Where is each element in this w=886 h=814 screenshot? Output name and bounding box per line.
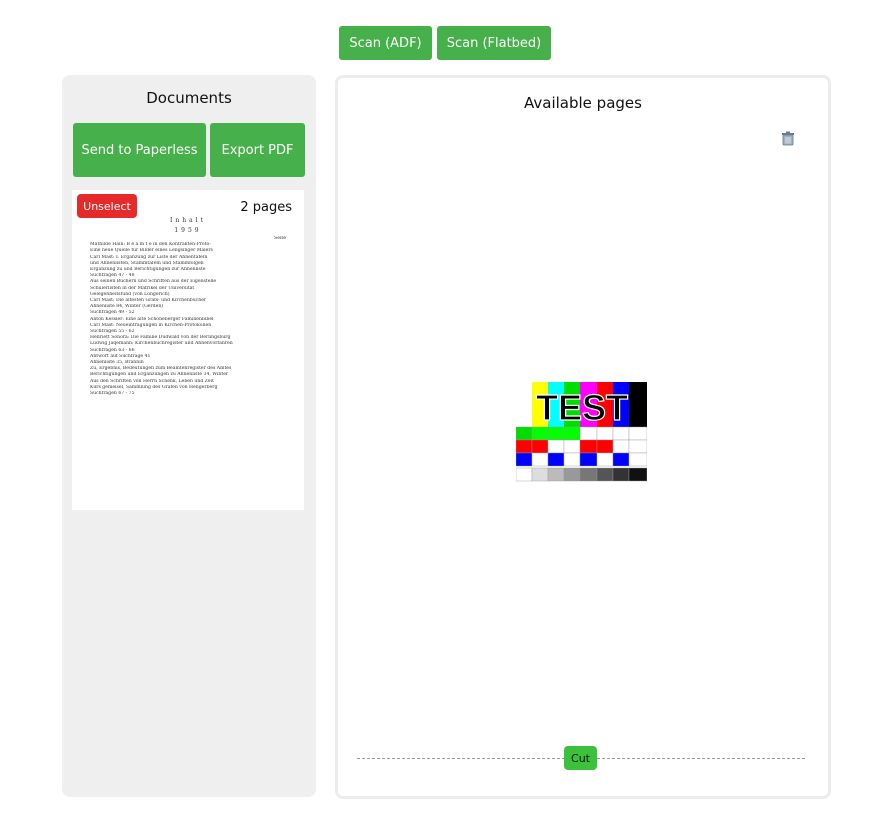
send-to-paperless-button[interactable]: Send to Paperless: [73, 123, 206, 177]
thumb-lines: Mathilde Hain: B e a m t e in den Kontra…: [90, 242, 286, 397]
test-text: TEST: [536, 387, 628, 428]
export-pdf-button[interactable]: Export PDF: [210, 123, 305, 177]
available-pages-title: Available pages: [524, 94, 642, 112]
documents-title: Documents: [146, 89, 232, 107]
document-thumbnail: Inhalt 1959 Seite Mathilde Hain: B e a m…: [90, 216, 286, 397]
available-pages-panel: Available pages TEST Cut: [335, 75, 831, 799]
scan-adf-button[interactable]: Scan (ADF): [339, 26, 432, 60]
scan-toolbar: Scan (ADF) Scan (Flatbed): [339, 26, 551, 60]
scan-flatbed-button[interactable]: Scan (Flatbed): [437, 26, 551, 60]
page-count: 2 pages: [240, 200, 292, 215]
test-page-thumbnail[interactable]: TEST: [516, 382, 647, 482]
document-card[interactable]: Unselect 2 pages Inhalt 1959 Seite Mathi…: [72, 190, 304, 510]
documents-panel: Documents Send to Paperless Export PDF U…: [62, 75, 316, 797]
thumb-line: Suchfragen 67 - 75: [90, 391, 135, 397]
cut-button[interactable]: Cut: [564, 746, 597, 770]
trash-icon[interactable]: [781, 131, 795, 146]
thumb-year: 1959: [174, 227, 202, 234]
unselect-button[interactable]: Unselect: [77, 194, 137, 218]
